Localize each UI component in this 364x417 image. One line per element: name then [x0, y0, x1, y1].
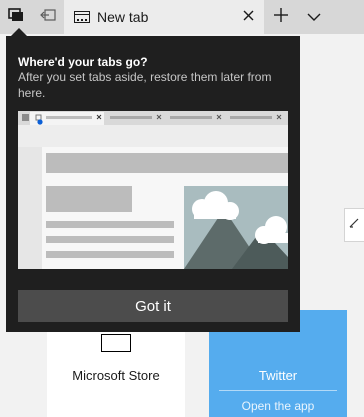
- tabs-aside-callout: Where'd your tabs go? After you set tabs…: [6, 28, 300, 332]
- new-tab-button[interactable]: [264, 0, 298, 34]
- tabs-set-aside-icon: [8, 7, 24, 27]
- page-settings-button[interactable]: [344, 208, 364, 242]
- got-it-button[interactable]: Got it: [18, 290, 288, 322]
- close-icon: [243, 8, 254, 26]
- callout-description: After you set tabs aside, restore them l…: [18, 70, 272, 100]
- tile-divider: [219, 390, 337, 391]
- tab-list-button[interactable]: [298, 0, 330, 34]
- callout-pointer: [11, 28, 27, 36]
- tab-bar: New tab: [0, 0, 364, 34]
- close-tab-button[interactable]: [237, 6, 259, 28]
- tile-label: Microsoft Store: [72, 368, 160, 383]
- new-tab-page-icon: [74, 11, 90, 23]
- callout-title: Where'd your tabs go?: [18, 55, 148, 69]
- tabs-aside-illustration: [18, 111, 288, 269]
- set-aside-tabs-button[interactable]: [32, 0, 64, 34]
- tab-title: New tab: [97, 9, 149, 25]
- plus-icon: [274, 7, 288, 27]
- store-icon: [101, 334, 131, 352]
- tile-label: Twitter: [258, 368, 298, 383]
- set-aside-arrow-icon: [40, 8, 56, 26]
- tab-new-tab[interactable]: New tab: [64, 0, 264, 34]
- edit-icon: [348, 216, 360, 234]
- open-app-link[interactable]: Open the app: [209, 399, 347, 413]
- chevron-down-icon: [307, 8, 321, 26]
